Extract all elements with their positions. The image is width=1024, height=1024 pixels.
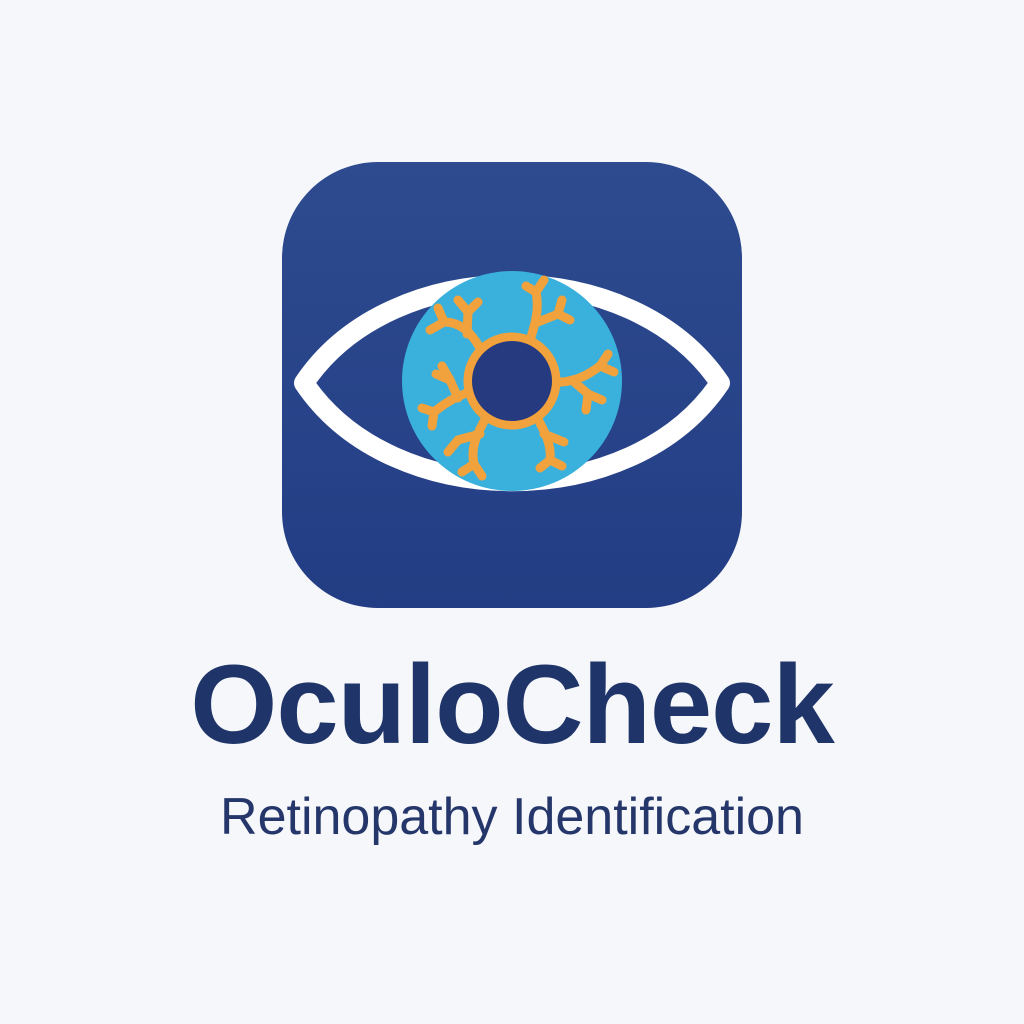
- eye-retina-icon: [294, 271, 730, 492]
- app-name: OculoCheck: [190, 642, 835, 767]
- splash-screen: OculoCheck Retinopathy Identification: [0, 0, 1024, 1024]
- pupil: [472, 341, 552, 421]
- app-logo-tile: [282, 162, 742, 608]
- app-tagline: Retinopathy Identification: [220, 788, 804, 846]
